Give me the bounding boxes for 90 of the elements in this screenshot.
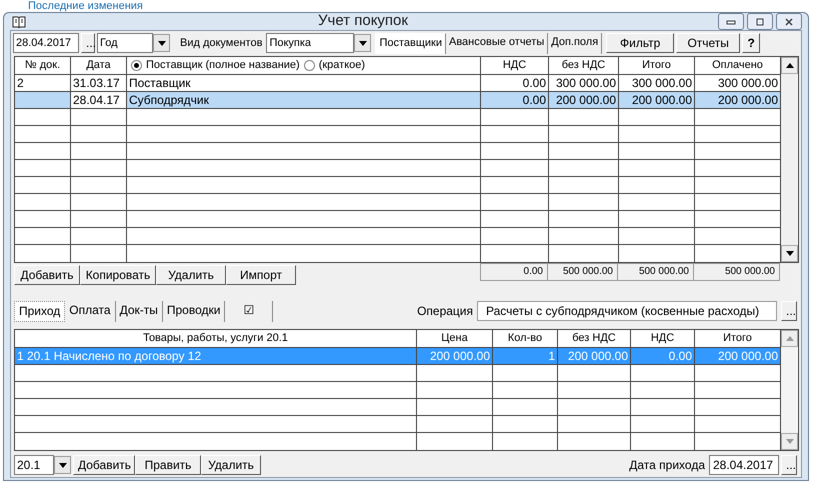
window-title: Учет покупок — [318, 11, 408, 32]
table-cell: 200 000.00 — [718, 93, 778, 107]
table-cell: 1 20.1 Начислено по договору 12 — [17, 349, 202, 363]
scroll-down-button[interactable] — [781, 245, 798, 262]
date-field[interactable]: 28.04.2017 — [13, 33, 79, 53]
table-cell: 1 — [548, 349, 555, 363]
table-cell: 300 000.00 — [556, 76, 616, 90]
table-cell: 31.03.17 — [73, 76, 120, 90]
book-icon — [12, 16, 26, 28]
dropdown-button[interactable] — [153, 34, 170, 52]
date-picker-button[interactable]: ... — [81, 33, 95, 53]
receipt-date-picker-button[interactable]: ... — [781, 455, 797, 475]
tab[interactable]: Приход — [14, 301, 66, 322]
column-header: Дата — [86, 58, 111, 74]
up-arrow-icon — [786, 63, 794, 68]
table-cell: 0.00 — [522, 76, 546, 90]
radio-label: Поставщик (полное название) — [146, 58, 300, 74]
help-button[interactable]: ? — [742, 33, 760, 53]
minimize-icon — [726, 18, 736, 26]
column-header: без НДС — [560, 58, 606, 74]
table-cell: 0.00 — [668, 349, 692, 363]
caret-icon — [58, 462, 66, 468]
table-cell: 200 000.00 — [632, 93, 692, 107]
table-cell: 0.00 — [522, 93, 546, 107]
table-action-button[interactable]: Удалить — [156, 265, 226, 285]
column-header: НДС — [502, 58, 528, 74]
radio-button[interactable] — [131, 60, 142, 71]
table-row[interactable]: 2 31.03.17 Поставщик 0.00 300 000.00 300 000.00 300 000.00 — [15, 75, 781, 92]
up-arrow-icon — [786, 336, 794, 341]
total-value: 500 000.00 — [638, 266, 689, 277]
close-button[interactable] — [776, 13, 802, 30]
tab[interactable]: Доп.поля — [548, 33, 602, 54]
column-header: НДС — [650, 331, 674, 346]
maximize-button[interactable] — [747, 13, 773, 30]
column-header: Кол-во — [508, 331, 542, 346]
dropdown-button[interactable] — [354, 34, 372, 52]
table-row[interactable]: 28.04.17 Субподрядчик 0.00 200 000.00 200 000.00 200 000.00 — [15, 92, 781, 109]
minimize-button[interactable] — [718, 13, 744, 30]
table-cell: 200 000.00 — [556, 93, 616, 107]
scroll-up-button[interactable] — [781, 57, 798, 74]
table-cell: 300 000.00 — [718, 76, 778, 90]
table-action-button[interactable]: Копировать — [80, 265, 156, 285]
total-value: 0.00 — [524, 266, 543, 277]
table-cell: Субподрядчик — [129, 93, 209, 107]
column-header: № док. — [24, 58, 60, 74]
doc-type-label: Вид документов — [180, 36, 262, 51]
table-cell: 200 000.00 — [568, 349, 628, 363]
reports-button[interactable]: Отчеты — [676, 33, 740, 53]
column-header: Итого — [723, 331, 752, 346]
table-action-button[interactable]: Импорт — [226, 265, 296, 285]
item-action-button[interactable]: Удалить — [201, 455, 261, 475]
column-header: Оплачено — [711, 58, 764, 74]
operation-field[interactable]: Расчеты с субподрядчиком (косвенные расходы) — [477, 301, 777, 321]
item-action-button[interactable]: Добавить — [73, 455, 135, 475]
caret-icon — [358, 40, 367, 46]
column-header: Цена — [441, 331, 468, 346]
tab[interactable]: Поставщики — [375, 33, 446, 54]
item-action-button[interactable]: Править — [135, 455, 201, 475]
caret-icon — [158, 40, 166, 46]
table-action-button[interactable]: Добавить — [14, 265, 80, 285]
radio-button[interactable] — [304, 60, 315, 71]
scrollbar[interactable] — [781, 57, 797, 262]
close-icon — [784, 18, 794, 26]
tab[interactable]: Авансовые отчеты — [446, 33, 548, 54]
account-select[interactable]: 20.1 — [14, 455, 54, 475]
period-select[interactable]: Год — [97, 33, 153, 53]
radio-label: (краткое) — [318, 58, 366, 74]
operation-picker-button[interactable]: ... — [781, 301, 797, 321]
total-value: 500 000.00 — [562, 266, 613, 277]
filter-button[interactable]: Фильтр — [606, 33, 674, 53]
total-value: 500 000.00 — [724, 266, 775, 277]
receipt-date-label: Дата прихода — [629, 457, 705, 474]
background-link[interactable]: Последние изменения — [28, 0, 143, 12]
table-cell: 300 000.00 — [632, 76, 692, 90]
down-arrow-icon — [786, 251, 794, 256]
table-cell: 200 000.00 — [430, 349, 490, 363]
table-cell: Поставщик — [129, 76, 191, 90]
column-header: Товары, работы, услуги 20.1 — [143, 331, 288, 346]
column-header: без НДС — [572, 331, 616, 346]
dropdown-button[interactable] — [54, 456, 71, 474]
table-cell: 200 000.00 — [718, 349, 778, 363]
doc-type-select[interactable]: Покупка — [266, 33, 354, 53]
operation-label: Операция — [417, 303, 473, 320]
table-cell: 28.04.17 — [73, 93, 120, 107]
table-cell: 2 — [17, 76, 24, 90]
receipt-date-field[interactable]: 28.04.2017 — [709, 455, 779, 475]
column-header: Итого — [641, 58, 672, 74]
maximize-icon — [755, 18, 765, 26]
tab[interactable]: Док-ты — [116, 301, 163, 322]
down-arrow-icon — [786, 439, 794, 444]
